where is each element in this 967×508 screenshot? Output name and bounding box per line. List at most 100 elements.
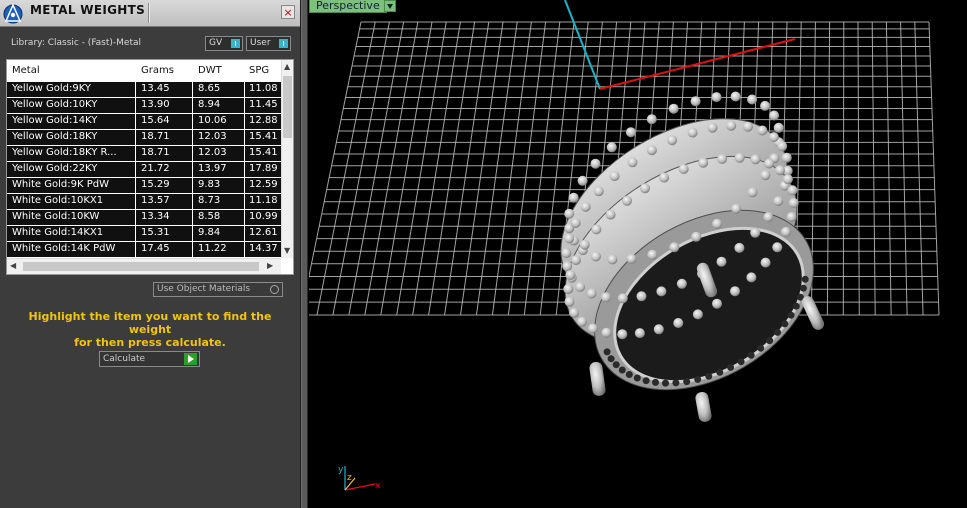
library-label: Library: Classic - (Fast)-Metal [11,38,142,48]
grams-cell: 15.29 [141,179,170,190]
table-row[interactable]: Yellow Gold:14KY 15.64 10.06 12.88 [7,114,281,130]
horizontal-scrollbar[interactable]: ◀ ▶ [7,258,281,274]
title-divider [148,3,150,23]
instruction-text: Highlight the item you want to find the … [10,310,290,349]
grams-cell: 15.64 [141,115,170,126]
table-row[interactable]: Yellow Gold:22KY 21.72 13.97 17.89 [7,162,281,178]
dwt-cell: 8.65 [198,83,221,94]
instruction-line-1: Highlight the item you want to find the … [28,310,272,336]
spg-cell: 17.89 [249,163,278,174]
metal-cell: White Gold:9K PdW [12,179,109,190]
scroll-right-icon[interactable]: ▶ [267,261,273,270]
grams-cell: 18.71 [141,131,170,142]
app-logo-icon [3,3,23,24]
dwt-cell: 12.03 [198,131,227,142]
triad-y-label: y [338,465,344,475]
column-divider [244,60,245,258]
scroll-down-icon[interactable]: ▼ [284,246,290,255]
calculate-button[interactable]: Calculate [99,351,200,367]
horizontal-scroll-thumb[interactable] [23,262,259,271]
grams-cell: 13.90 [141,99,170,110]
metal-cell: Yellow Gold:18KY [12,131,98,142]
dwt-cell: 8.94 [198,99,221,110]
spg-cell: 15.41 [249,131,278,142]
use-object-materials-option[interactable]: Use Object Materials [153,282,283,297]
spg-cell: 10.99 [249,211,278,222]
metal-cell: Yellow Gold:14KY [12,115,98,126]
grams-cell: 13.57 [141,195,170,206]
calculate-label: Calculate [103,354,146,364]
user-toggle-label: User [250,38,271,48]
gv-toggle[interactable]: GV [205,36,243,51]
dwt-cell: 9.83 [198,179,221,190]
spg-cell: 11.18 [249,195,278,206]
table-row[interactable]: Yellow Gold:18KY R... 18.71 12.03 15.41 [7,146,281,162]
panel-title: METAL WEIGHTS [30,3,146,17]
metal-weights-table: Metal Grams DWT SPG Yellow Gold:9KY 13.45… [6,59,294,275]
vertical-scrollbar[interactable]: ▲ ▼ [281,60,293,258]
play-arrow-icon [184,353,197,365]
metal-cell: Yellow Gold:22KY [12,163,98,174]
table-header: Metal Grams DWT SPG [7,60,281,83]
metal-cell: White Gold:10KX1 [12,195,104,206]
gv-toggle-label: GV [209,38,223,48]
3d-viewport[interactable]: y z x Perspective [309,0,967,508]
prong [589,361,606,396]
vertical-scroll-thumb[interactable] [283,76,292,138]
column-header-grams[interactable]: Grams [141,65,174,76]
spg-cell: 14.37 [249,243,278,254]
scroll-left-icon[interactable]: ◀ [10,261,16,270]
metal-weights-panel: METAL WEIGHTS × Library: Classic - (Fast… [0,0,301,508]
use-object-materials-label: Use Object Materials [157,284,251,294]
scroll-up-icon[interactable]: ▲ [284,62,290,71]
metal-cell: Yellow Gold:18KY R... [12,147,117,158]
spg-cell: 12.59 [249,179,278,190]
spg-cell: 12.88 [249,115,278,126]
dwt-cell: 8.73 [198,195,221,206]
radio-icon[interactable] [270,285,279,294]
spg-cell: 11.45 [249,99,278,110]
dwt-cell: 10.06 [198,115,227,126]
table-row[interactable]: Yellow Gold:10KY 13.90 8.94 11.45 [7,98,281,114]
metal-cell: White Gold:10KW [12,211,100,222]
triad-x-label: x [375,481,381,491]
column-header-dwt[interactable]: DWT [198,65,222,76]
panel-splitter[interactable] [301,0,308,508]
metal-cell: Yellow Gold:10KY [12,99,98,110]
panel-titlebar: METAL WEIGHTS × [0,0,300,27]
table-row[interactable]: White Gold:14K PdW 17.45 11.22 14.37 [7,242,281,258]
axis-triad: y z x [338,465,381,491]
metal-cell: White Gold:14KX1 [12,227,104,238]
table-row[interactable]: White Gold:10KW 13.34 8.58 10.99 [7,210,281,226]
column-divider [135,60,136,258]
triad-z-label: z [347,473,352,483]
table-row[interactable]: Yellow Gold:18KY 18.71 12.03 15.41 [7,130,281,146]
instruction-line-2: for then press calculate. [74,336,226,349]
table-row[interactable]: White Gold:14KX1 15.31 9.84 12.61 [7,226,281,242]
metal-cell: Yellow Gold:9KY [12,83,91,94]
table-row[interactable]: White Gold:9K PdW 15.29 9.83 12.59 [7,178,281,194]
user-toggle[interactable]: User [246,36,291,51]
grams-cell: 18.71 [141,147,170,158]
column-divider [192,60,193,258]
close-button[interactable]: × [281,5,295,19]
column-header-metal[interactable]: Metal [12,65,40,76]
grams-cell: 13.34 [141,211,170,222]
dwt-cell: 11.22 [198,243,227,254]
dwt-cell: 12.03 [198,147,227,158]
prong [801,296,825,330]
grams-cell: 17.45 [141,243,170,254]
spg-cell: 12.61 [249,227,278,238]
table-row[interactable]: White Gold:10KX1 13.57 8.73 11.18 [7,194,281,210]
prong [695,391,712,422]
dwt-cell: 9.84 [198,227,221,238]
viewport-menu-dropdown-icon[interactable] [384,0,396,12]
column-header-spg[interactable]: SPG [249,65,269,76]
table-row[interactable]: Yellow Gold:9KY 13.45 8.65 11.08 [7,82,281,98]
dwt-cell: 8.58 [198,211,221,222]
viewport-canvas: y z x [309,0,940,491]
spg-cell: 11.08 [249,83,278,94]
metal-cell: White Gold:14K PdW [12,243,116,254]
viewport-name-tab[interactable]: Perspective [309,0,387,13]
grams-cell: 21.72 [141,163,170,174]
